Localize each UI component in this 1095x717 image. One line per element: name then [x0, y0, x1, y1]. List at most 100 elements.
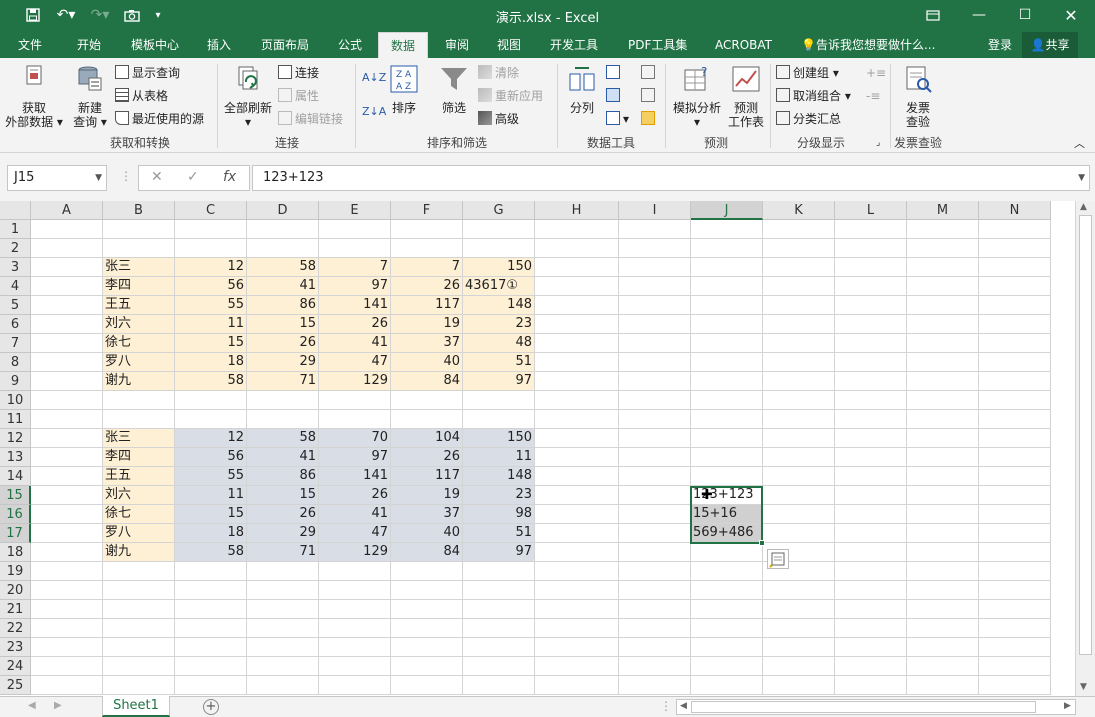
- cell[interactable]: [619, 448, 691, 467]
- cell[interactable]: [619, 277, 691, 296]
- value-cell[interactable]: 15: [175, 505, 247, 524]
- cell[interactable]: [463, 581, 535, 600]
- cell[interactable]: [391, 657, 463, 676]
- value-cell[interactable]: 23: [463, 315, 535, 334]
- cell[interactable]: [763, 391, 835, 410]
- cell[interactable]: [763, 657, 835, 676]
- cell[interactable]: [979, 315, 1051, 334]
- value-cell[interactable]: 26: [319, 315, 391, 334]
- consolidate-icon[interactable]: [641, 63, 658, 83]
- cell[interactable]: [175, 600, 247, 619]
- cell[interactable]: [907, 429, 979, 448]
- cell[interactable]: [103, 239, 175, 258]
- cell[interactable]: [619, 239, 691, 258]
- cell[interactable]: [103, 638, 175, 657]
- cell[interactable]: [979, 277, 1051, 296]
- connections-button[interactable]: 连接: [278, 63, 319, 83]
- cell[interactable]: [175, 391, 247, 410]
- cell[interactable]: [763, 467, 835, 486]
- cell[interactable]: [835, 277, 907, 296]
- row-header-5[interactable]: 5: [0, 296, 31, 315]
- h-scroll-thumb[interactable]: [691, 701, 1036, 713]
- cell[interactable]: [247, 676, 319, 695]
- scroll-down-icon[interactable]: ▼: [1080, 682, 1087, 692]
- cell[interactable]: [979, 657, 1051, 676]
- cell[interactable]: [979, 505, 1051, 524]
- show-detail-icon[interactable]: +≡: [866, 63, 886, 83]
- value-cell[interactable]: 97: [463, 372, 535, 391]
- value-cell[interactable]: 29: [247, 524, 319, 543]
- value-cell[interactable]: 97: [319, 448, 391, 467]
- cell[interactable]: [619, 638, 691, 657]
- invoice-check-button[interactable]: 发票 查验: [896, 64, 940, 129]
- value-cell[interactable]: 129: [319, 372, 391, 391]
- what-if-analysis-button[interactable]: ? 模拟分析 ▾: [670, 64, 724, 129]
- cell[interactable]: [319, 562, 391, 581]
- cell[interactable]: [103, 676, 175, 695]
- dialog-launcher-icon[interactable]: ⌟: [876, 137, 880, 149]
- cell[interactable]: [619, 334, 691, 353]
- cell[interactable]: [103, 562, 175, 581]
- cell[interactable]: [31, 448, 103, 467]
- clear-filter-button[interactable]: 清除: [478, 63, 519, 83]
- value-cell[interactable]: 129: [319, 543, 391, 562]
- cell[interactable]: [31, 391, 103, 410]
- cell[interactable]: [535, 676, 619, 695]
- row-header-7[interactable]: 7: [0, 334, 31, 353]
- cell[interactable]: [31, 220, 103, 239]
- cell[interactable]: [535, 334, 619, 353]
- cell[interactable]: [619, 372, 691, 391]
- cell[interactable]: [391, 581, 463, 600]
- cell[interactable]: [391, 619, 463, 638]
- cell[interactable]: [907, 448, 979, 467]
- cell-grid[interactable]: 张三 12 58 7 7 150 李四 56 41 97 26 43617① 王五 55 86 141 117 1…: [31, 220, 1075, 696]
- cell[interactable]: [907, 467, 979, 486]
- cell[interactable]: [31, 524, 103, 543]
- column-header-c[interactable]: C: [175, 201, 247, 220]
- close-icon[interactable]: ✕: [1048, 0, 1094, 30]
- cell[interactable]: [535, 353, 619, 372]
- cell[interactable]: [763, 372, 835, 391]
- scroll-left-icon[interactable]: ◀: [680, 701, 687, 711]
- cell[interactable]: [907, 562, 979, 581]
- value-cell[interactable]: 23: [463, 486, 535, 505]
- cell[interactable]: [979, 410, 1051, 429]
- column-header-i[interactable]: I: [619, 201, 691, 220]
- cell[interactable]: [835, 581, 907, 600]
- cell[interactable]: [619, 600, 691, 619]
- ungroup-button[interactable]: 取消组合 ▾: [776, 86, 851, 106]
- cell[interactable]: [103, 600, 175, 619]
- cell[interactable]: [31, 657, 103, 676]
- cell[interactable]: [691, 638, 763, 657]
- cell[interactable]: [691, 429, 763, 448]
- row-header-20[interactable]: 20: [0, 581, 31, 600]
- cancel-icon[interactable]: ✕: [151, 169, 163, 185]
- cell[interactable]: [103, 657, 175, 676]
- cell[interactable]: [31, 239, 103, 258]
- cell[interactable]: [763, 505, 835, 524]
- cell[interactable]: [835, 315, 907, 334]
- group-button[interactable]: 创建组 ▾: [776, 63, 839, 83]
- cell[interactable]: [835, 391, 907, 410]
- maximize-icon[interactable]: ☐: [1002, 0, 1048, 30]
- cell[interactable]: [103, 220, 175, 239]
- cell[interactable]: [763, 600, 835, 619]
- cell[interactable]: [907, 657, 979, 676]
- value-cell[interactable]: 58: [247, 258, 319, 277]
- cell[interactable]: [175, 676, 247, 695]
- cell[interactable]: [247, 581, 319, 600]
- value-cell[interactable]: 71: [247, 372, 319, 391]
- cell[interactable]: [835, 372, 907, 391]
- value-cell[interactable]: 40: [391, 524, 463, 543]
- cell[interactable]: [175, 239, 247, 258]
- value-cell[interactable]: 58: [247, 429, 319, 448]
- cell[interactable]: [103, 581, 175, 600]
- value-cell[interactable]: 47: [319, 353, 391, 372]
- cell[interactable]: [535, 296, 619, 315]
- cell[interactable]: [763, 220, 835, 239]
- value-cell[interactable]: 11: [463, 448, 535, 467]
- cell[interactable]: [463, 410, 535, 429]
- cell[interactable]: [691, 581, 763, 600]
- name-cell[interactable]: 王五: [103, 296, 175, 315]
- value-cell[interactable]: 97: [463, 543, 535, 562]
